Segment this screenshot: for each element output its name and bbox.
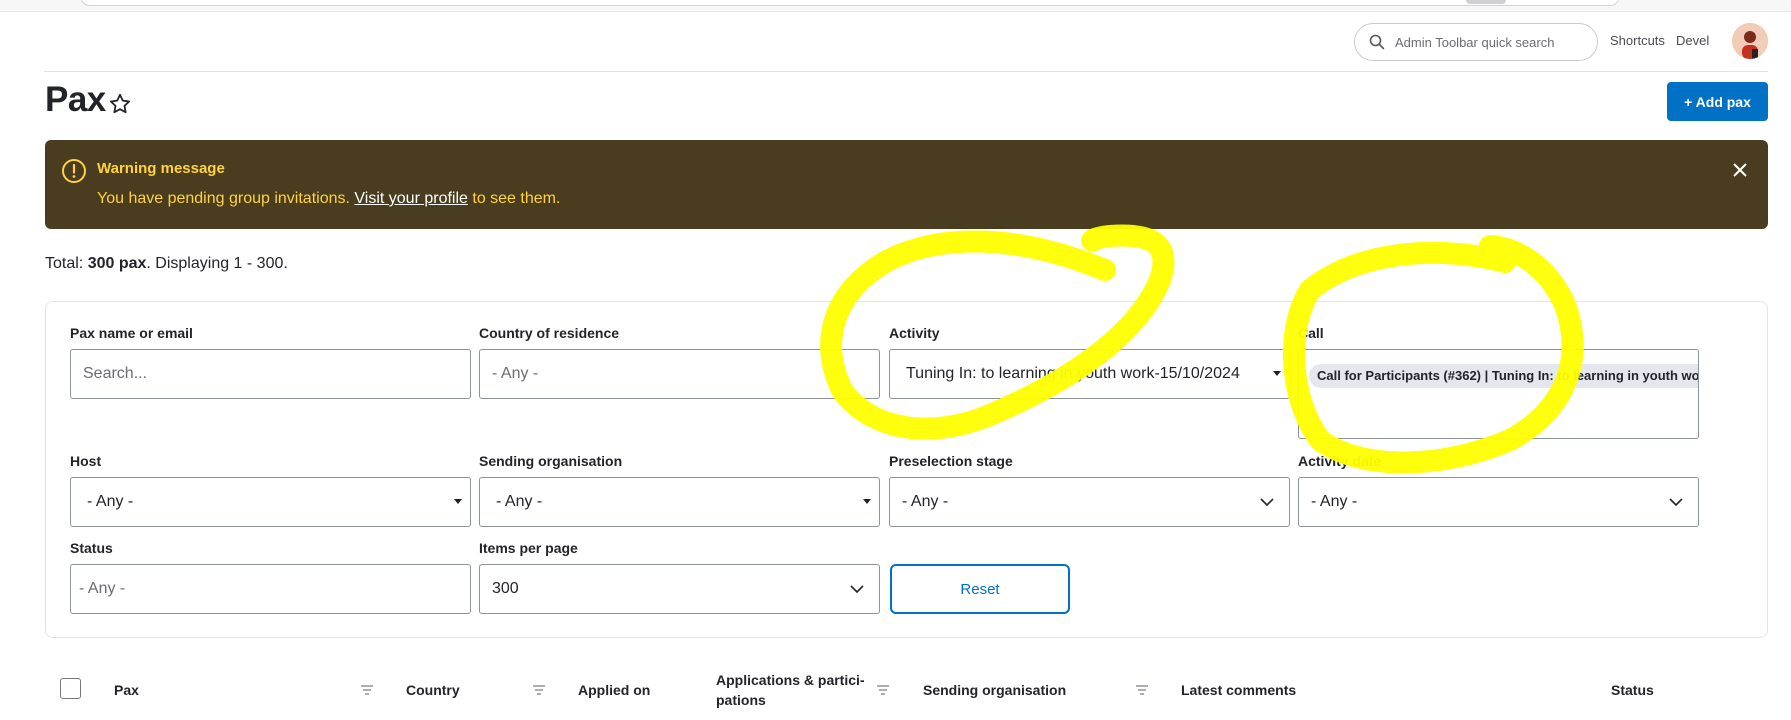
- add-pax-button[interactable]: + Add pax: [1667, 82, 1768, 121]
- warning-text: You have pending group invitations. Visi…: [97, 190, 560, 208]
- star-icon[interactable]: [108, 92, 132, 116]
- admin-toolbar: Shortcuts Devel: [44, 18, 1768, 72]
- sending-org-label: Sending organisation: [479, 453, 623, 469]
- caret-down-icon: [1273, 371, 1281, 376]
- status-label: Status: [70, 540, 113, 556]
- host-label: Host: [70, 453, 102, 469]
- country-label: Country of residence: [479, 325, 620, 341]
- status-input[interactable]: [79, 580, 470, 598]
- filter-form: Pax name or email Country of residence -…: [45, 301, 1768, 638]
- pax-name-field[interactable]: [70, 349, 471, 399]
- page-title: Pax: [45, 80, 106, 119]
- admin-quick-search[interactable]: [1354, 23, 1598, 61]
- visit-profile-link[interactable]: Visit your profile: [354, 190, 468, 207]
- sort-icon[interactable]: [360, 684, 374, 696]
- sort-icon[interactable]: [876, 684, 890, 696]
- summary-count: 300 pax: [87, 255, 147, 272]
- chevron-down-icon: [850, 585, 864, 594]
- sending-org-value: - Any -: [496, 493, 543, 510]
- column-applications-participations[interactable]: Applications & partici-pations: [716, 670, 871, 710]
- items-per-page-value: 300: [492, 580, 519, 597]
- chevron-down-icon: [1669, 498, 1683, 507]
- warning-text-before: You have pending group invitations.: [97, 190, 355, 207]
- warning-message: Warning message You have pending group i…: [45, 140, 1768, 229]
- results-summary: Total: 300 pax. Displaying 1 - 300.: [45, 255, 288, 273]
- call-label: Call: [1298, 325, 1324, 341]
- activity-label: Activity: [889, 325, 940, 341]
- shortcuts-link[interactable]: Shortcuts: [1610, 33, 1665, 48]
- pax-name-label: Pax name or email: [70, 325, 193, 341]
- select-all-checkbox[interactable]: [60, 678, 81, 699]
- country-value: - Any -: [492, 365, 539, 382]
- user-avatar[interactable]: [1732, 23, 1768, 59]
- host-select[interactable]: - Any -: [70, 477, 471, 527]
- activity-date-value: - Any -: [1311, 493, 1358, 510]
- top-strip-bar: [80, 0, 1620, 6]
- preselection-value: - Any -: [902, 493, 949, 510]
- call-multiselect[interactable]: Call for Participants (#362) | Tuning In…: [1298, 349, 1699, 439]
- column-latest-comments[interactable]: Latest comments: [1181, 680, 1296, 700]
- table-header: Pax Country Applied on Applications & pa…: [45, 665, 1768, 720]
- warning-icon: [62, 159, 86, 183]
- country-input[interactable]: - Any -: [479, 349, 880, 399]
- activity-date-label: Activity date: [1298, 453, 1382, 469]
- sort-icon[interactable]: [1135, 684, 1149, 696]
- sending-org-select[interactable]: - Any -: [479, 477, 880, 527]
- column-applied-on[interactable]: Applied on: [578, 680, 650, 700]
- search-icon: [1369, 34, 1385, 50]
- column-country[interactable]: Country: [406, 680, 460, 700]
- call-tag[interactable]: Call for Participants (#362) | Tuning In…: [1309, 364, 1698, 388]
- host-value: - Any -: [87, 493, 134, 510]
- items-per-page-select[interactable]: 300: [479, 564, 880, 614]
- caret-down-icon: [454, 499, 462, 504]
- top-strip-handle: [1466, 0, 1506, 4]
- caret-down-icon: [863, 499, 871, 504]
- column-status[interactable]: Status: [1611, 680, 1654, 700]
- admin-quick-search-input[interactable]: [1395, 34, 1585, 50]
- reset-button[interactable]: Reset: [890, 564, 1070, 614]
- warning-title: Warning message: [97, 160, 225, 177]
- warning-text-after: to see them.: [467, 190, 561, 207]
- column-pax[interactable]: Pax: [114, 680, 139, 700]
- browser-top-strip: [0, 0, 1791, 12]
- preselection-select[interactable]: - Any -: [889, 477, 1290, 527]
- pax-name-input[interactable]: [83, 365, 470, 383]
- chevron-down-icon: [1260, 498, 1274, 507]
- activity-select[interactable]: Tuning In: to learning in youth work-15/…: [889, 349, 1290, 399]
- sort-icon[interactable]: [532, 684, 546, 696]
- preselection-label: Preselection stage: [889, 453, 1013, 469]
- status-field[interactable]: [70, 564, 471, 614]
- summary-prefix: Total:: [45, 255, 88, 272]
- summary-suffix: . Displaying 1 - 300.: [146, 255, 288, 272]
- close-icon[interactable]: [1730, 160, 1750, 180]
- devel-link[interactable]: Devel: [1676, 33, 1709, 48]
- items-per-page-label: Items per page: [479, 540, 578, 556]
- activity-value: Tuning In: to learning in youth work-15/…: [906, 365, 1240, 382]
- activity-date-select[interactable]: - Any -: [1298, 477, 1699, 527]
- column-sending-organisation[interactable]: Sending organisation: [923, 680, 1066, 700]
- avatar-image: [1732, 23, 1768, 59]
